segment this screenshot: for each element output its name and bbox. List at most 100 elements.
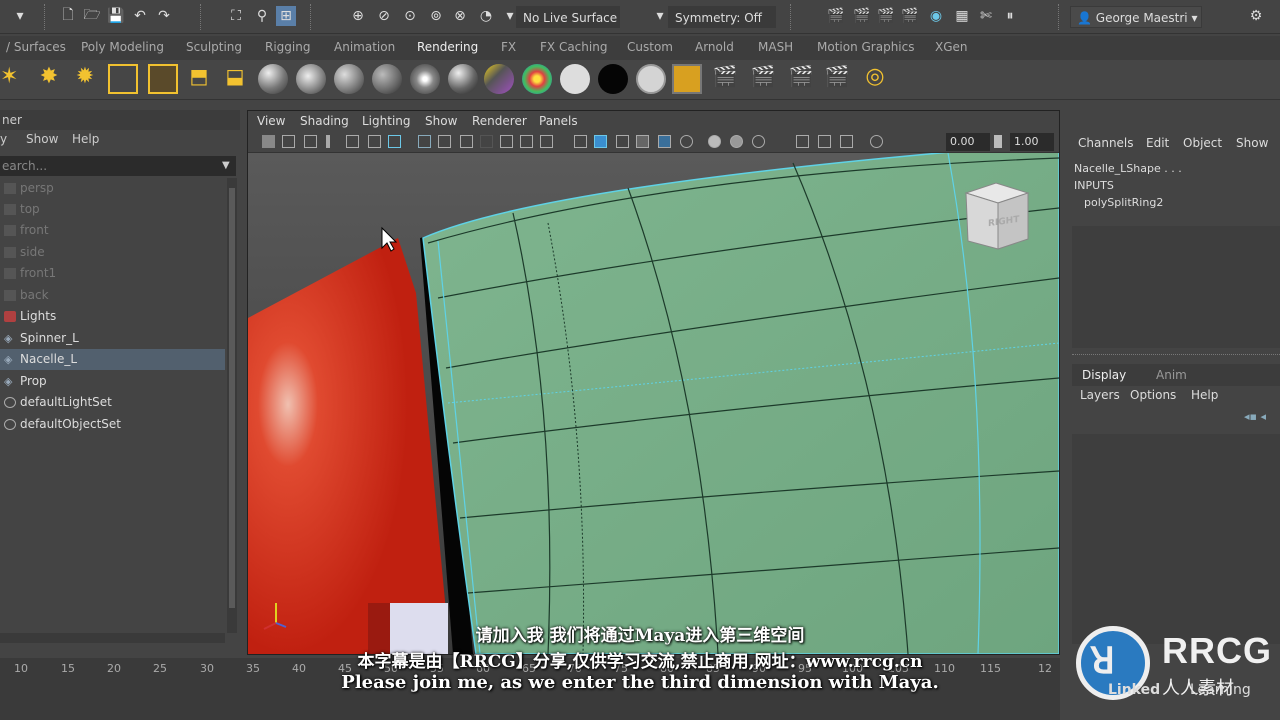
render-region-icon[interactable]: 🎬 [748, 64, 778, 94]
menu-layers[interactable]: Layers [1080, 388, 1120, 402]
exposure-field[interactable]: 0.00 [946, 133, 990, 151]
tab-arnold[interactable]: Arnold [695, 40, 734, 54]
undo-icon[interactable]: ↶ [130, 6, 150, 26]
select-component-icon[interactable]: ⊞ [276, 6, 296, 26]
outliner-item-persp[interactable]: persp [0, 178, 225, 199]
render-view-icon[interactable] [672, 64, 702, 94]
volume-light-icon[interactable] [148, 64, 178, 94]
ipr-render-icon[interactable]: 🎬 [876, 6, 896, 26]
tab-fx[interactable]: FX [501, 40, 516, 54]
menu-show[interactable]: Show [26, 132, 58, 146]
ambient-light-icon[interactable]: ⬒ [184, 64, 214, 94]
render-target-icon[interactable]: ◎ [860, 64, 890, 94]
menu-set-dropdown-icon[interactable]: ▾ [10, 6, 30, 26]
film-gate-icon[interactable] [438, 135, 451, 148]
snap-point-icon[interactable]: ⊙ [400, 6, 420, 26]
textured-icon[interactable] [636, 135, 649, 148]
tab-motion-graphics[interactable]: Motion Graphics [817, 40, 915, 54]
outliner-item-default-light-set[interactable]: defaultLightSet [0, 392, 225, 413]
menu-renderer[interactable]: Renderer [472, 114, 527, 128]
light-editor-icon[interactable]: ✄ [976, 6, 996, 26]
directional-light-icon[interactable]: ✹ [70, 64, 100, 94]
open-scene-icon[interactable]: 🗁 [82, 6, 102, 26]
menu-edit[interactable]: Edit [1146, 136, 1169, 150]
tab-custom[interactable]: Custom [627, 40, 673, 54]
outliner-item-lights[interactable]: Lights [0, 306, 225, 327]
outliner-search-input[interactable]: earch... [0, 156, 236, 176]
outliner-item-back[interactable]: back [0, 285, 225, 306]
grey-sphere-icon[interactable] [636, 64, 666, 94]
outliner-item-side[interactable]: side [0, 242, 225, 263]
smooth-shade-icon[interactable] [594, 135, 607, 148]
scrollbar-thumb[interactable] [229, 188, 235, 608]
grease-pencil-icon[interactable] [368, 135, 381, 148]
viewport-canvas[interactable]: RIGHT [248, 153, 1059, 654]
isolate-select-icon[interactable] [796, 135, 809, 148]
xray-joints-icon[interactable] [840, 135, 853, 148]
chevron-down-icon[interactable]: ▼ [222, 160, 230, 171]
outliner-item-default-object-set[interactable]: defaultObjectSet [0, 414, 225, 435]
ambient-occlusion-icon[interactable] [708, 135, 721, 148]
save-scene-icon[interactable]: 💾 [106, 6, 126, 26]
tab-mash[interactable]: MASH [758, 40, 793, 54]
outliner-item-prop[interactable]: ◈ Prop [0, 371, 225, 392]
viewport-scene[interactable] [248, 153, 1059, 654]
resolution-gate-icon[interactable] [460, 135, 473, 148]
nacelle-mesh[interactable] [422, 153, 1059, 654]
new-scene-icon[interactable]: 🗋 [58, 6, 78, 26]
tab-rendering[interactable]: Rendering [417, 40, 478, 54]
point-light-icon[interactable]: ✸ [34, 64, 64, 94]
lights-icon[interactable] [658, 135, 671, 148]
tab-surfaces[interactable]: / Surfaces [6, 40, 66, 54]
tab-rigging[interactable]: Rigging [265, 40, 310, 54]
gamma-icon[interactable] [994, 135, 1002, 148]
ramp-shader-icon[interactable] [484, 64, 514, 94]
exposure-icon[interactable] [870, 135, 883, 148]
2d-pan-zoom-icon[interactable] [346, 135, 359, 148]
phonge-sphere-icon[interactable] [372, 64, 402, 94]
outliner-item-front1[interactable]: front1 [0, 263, 225, 284]
xray-icon[interactable] [818, 135, 831, 148]
outliner-item-top[interactable]: top [0, 199, 225, 220]
outliner-item-front[interactable]: front [0, 220, 225, 241]
camera-attributes-icon[interactable] [282, 135, 295, 148]
outliner-item-nacelle[interactable]: ◈ Nacelle_L [0, 349, 225, 370]
bookmark-icon[interactable] [304, 135, 317, 148]
black-sphere-icon[interactable] [598, 64, 628, 94]
safe-title-icon[interactable] [540, 135, 553, 148]
tab-sculpting[interactable]: Sculpting [186, 40, 242, 54]
menu-options[interactable]: Options [1130, 388, 1176, 402]
tab-display[interactable]: Display [1082, 368, 1126, 382]
menu-view[interactable]: View [257, 114, 285, 128]
phong-sphere-icon[interactable] [334, 64, 364, 94]
layered-sphere-icon[interactable] [448, 64, 478, 94]
batch-render-icon[interactable]: 🎬 [710, 64, 740, 94]
menu-panels[interactable]: Panels [539, 114, 578, 128]
menu-lighting[interactable]: Lighting [362, 114, 411, 128]
tab-animation[interactable]: Animation [334, 40, 395, 54]
wireframe-icon[interactable] [574, 135, 587, 148]
anti-aliasing-icon[interactable] [752, 135, 765, 148]
redo-icon[interactable]: ↷ [154, 6, 174, 26]
menu-object[interactable]: Object [1183, 136, 1222, 150]
snapshot-icon[interactable]: 🎬 [822, 64, 852, 94]
tab-xgen[interactable]: XGen [935, 40, 968, 54]
image-plane-icon[interactable] [326, 135, 330, 148]
lambert-sphere-icon[interactable] [296, 64, 326, 94]
gamma-field[interactable]: 1.00 [1010, 133, 1054, 151]
make-live-icon[interactable]: ◔ [476, 6, 496, 26]
menu-show[interactable]: Show [425, 114, 457, 128]
white-sphere-icon[interactable] [560, 64, 590, 94]
menu-channels[interactable]: Channels [1078, 136, 1134, 150]
snap-grid-icon[interactable]: ⊕ [348, 6, 368, 26]
camera-light-icon[interactable]: ⬓ [220, 64, 250, 94]
motion-blur-icon[interactable] [730, 135, 743, 148]
input-node-item[interactable]: polySplitRing2 [1084, 196, 1163, 209]
snap-view-icon[interactable]: ⊚ [426, 6, 446, 26]
render-settings-icon[interactable]: 🎬 [900, 6, 920, 26]
workspace-icon[interactable]: ⚙ [1246, 6, 1266, 26]
checker-texture-icon[interactable] [522, 64, 552, 94]
menu-show[interactable]: Show [1236, 136, 1268, 150]
snap-curve-icon[interactable]: ⊘ [374, 6, 394, 26]
area-light-icon[interactable] [108, 64, 138, 94]
